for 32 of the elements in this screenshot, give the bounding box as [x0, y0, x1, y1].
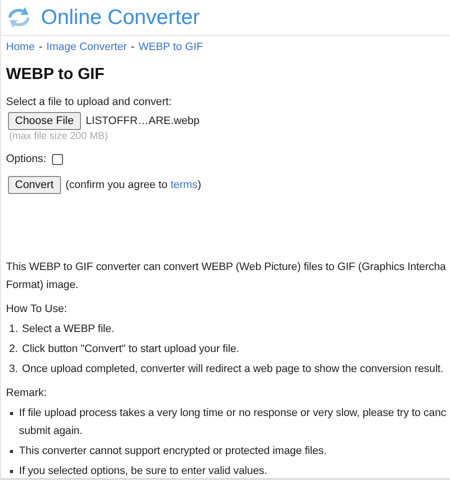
breadcrumb-separator: -: [130, 41, 134, 53]
terms-link[interactable]: terms: [170, 179, 198, 191]
remark-text: If you selected options, be sure to enter valid values.: [19, 464, 268, 478]
agreement-note: (confirm you agree to terms): [66, 179, 202, 191]
step-number: 3.: [9, 362, 20, 377]
file-name: LISTOFFR…ARE.webp: [86, 115, 200, 127]
breadcrumb-link[interactable]: Home: [6, 41, 35, 53]
convert-button[interactable]: Convert: [8, 176, 61, 194]
step-text: Select a WEBP file.: [22, 322, 114, 337]
sync-arrows-icon: [6, 6, 32, 29]
how-to-heading: How To Use:: [6, 302, 68, 317]
options-label: Options:: [6, 153, 46, 165]
options-checkbox[interactable]: [52, 154, 64, 164]
breadcrumb-separator: -: [38, 41, 42, 53]
remark-text: If file upload process takes a very long time or no response or very slow, please try to canc submit again.: [19, 406, 446, 439]
bullet-icon: [10, 412, 13, 415]
description-text: This WEBP to GIF converter can convert WEBP (Web Picture) files to GIF (Graphics Intercha Format) image.: [6, 260, 447, 293]
site-name[interactable]: Online Converter: [41, 6, 200, 30]
page-title: WEBP to GIF: [6, 66, 106, 84]
step-text: Once upload completed, converter will redirect a web page to show the conversion result.: [22, 362, 444, 377]
breadcrumb-link[interactable]: WEBP to GIF: [138, 41, 204, 53]
file-size-hint: (max file size 200 MB): [9, 131, 109, 144]
bullet-icon: [10, 450, 13, 453]
remark-heading: Remark:: [6, 386, 48, 401]
upload-label: Select a file to upload and convert:: [6, 95, 173, 109]
remark-text: This converter cannot support encrypted or protected image files.: [19, 444, 327, 459]
step-text: Click button "Convert" to start upload your file.: [22, 342, 240, 357]
choose-file-button[interactable]: Choose File: [8, 112, 81, 130]
step-number: 1.: [9, 322, 20, 337]
step-number: 2.: [9, 342, 20, 357]
bullet-icon: [10, 470, 13, 473]
breadcrumb-link[interactable]: Image Converter: [46, 41, 127, 53]
